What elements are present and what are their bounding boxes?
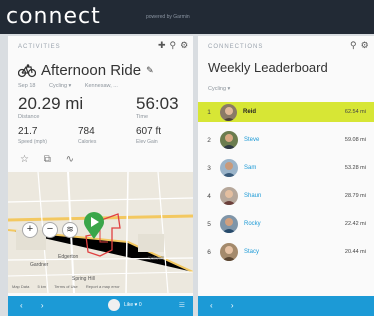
elevation-label: Elev Gain <box>136 139 158 145</box>
leaderboard-distance: 20.44 mi <box>344 249 366 255</box>
pencil-icon[interactable]: ✎ <box>146 65 154 76</box>
map-scale: 5 km <box>37 284 47 289</box>
gear-icon[interactable]: ⚙ <box>180 40 188 50</box>
bicycle-icon <box>18 63 36 77</box>
leaderboard-row[interactable]: 4 Shaun 28.79 mi <box>198 182 374 210</box>
leaderboard-row[interactable]: 6 Stacy 20.44 mi <box>198 238 374 266</box>
activity-location: Kennesaw, ... <box>84 83 118 89</box>
leaderboard-distance: 22.42 mi <box>344 221 366 227</box>
leaderboard-title: Weekly Leaderboard <box>208 60 328 75</box>
rank: 2 <box>207 136 211 144</box>
star-icon[interactable]: ☆ <box>20 154 29 165</box>
map-attribution: Map Data 5 km Terms of Use Report a map … <box>12 284 127 289</box>
leaderboard-distance: 62.54 mi <box>344 109 366 115</box>
rank: 6 <box>207 248 211 256</box>
sport-filter-dropdown[interactable]: Cycling ▾ <box>208 86 230 92</box>
activity-title-row: Afternoon Ride ✎ <box>18 62 154 79</box>
activity-subtitle: Sep 18 Cycling ▾ Kennesaw, ... <box>18 83 130 89</box>
like-count: Like ♥ 0 <box>124 302 142 308</box>
top-bar: connect powered by Garmin <box>0 0 374 34</box>
terms-link[interactable]: Terms of Use <box>54 284 78 289</box>
leaderboard-name[interactable]: Shaun <box>244 193 324 199</box>
connections-header-tools: ⚲ ⚙ <box>346 40 369 51</box>
avatar <box>108 299 120 311</box>
map-label-spring-hill: Spring Hill <box>72 276 95 282</box>
connections-panel: CONNECTIONS ⚲ ⚙ Weekly Leaderboard Cyclin… <box>198 36 374 316</box>
zoom-in-button[interactable]: + <box>22 222 38 238</box>
leaderboard-name[interactable]: Rocky <box>244 221 324 227</box>
avatar <box>220 243 238 261</box>
elevation-value: 607 ft <box>136 126 162 137</box>
leaderboard-name[interactable]: Reid <box>243 109 324 115</box>
activities-header: ACTIVITIES <box>18 44 61 50</box>
leaderboard-distance: 53.28 mi <box>344 165 366 171</box>
distance-label: Distance <box>18 114 40 120</box>
activity-map[interactable]: + − ≋ Gardner Edgerton Spring Hill Stilw… <box>8 172 193 293</box>
connections-nav-arrows[interactable]: ‹ › <box>210 301 242 310</box>
connect-logo[interactable]: connect <box>6 4 101 29</box>
add-icon[interactable]: ✚ <box>158 40 166 50</box>
leaderboard-distance: 28.79 mi <box>344 193 366 199</box>
external-link-icon[interactable]: ⧉ <box>44 154 51 165</box>
leaderboard-list: 1 Reid 62.54 mi 2 Steve 59.08 mi 3 Sam 5… <box>198 102 374 266</box>
leaderboard-row[interactable]: 2 Steve 59.08 mi <box>198 126 374 154</box>
like-button[interactable]: Like ♥ 0 <box>108 299 142 311</box>
leaderboard-name[interactable]: Sam <box>244 165 324 171</box>
gear-icon[interactable]: ⚙ <box>361 40 369 50</box>
leaderboard-row[interactable]: 1 Reid 62.54 mi <box>198 102 374 122</box>
rank: 4 <box>207 192 211 200</box>
rank: 3 <box>207 164 211 172</box>
map-label-stilwell: Stilwell <box>148 256 164 262</box>
avatar <box>220 159 238 177</box>
search-icon[interactable]: ⚲ <box>350 40 357 50</box>
activity-date: Sep 18 <box>18 83 36 89</box>
avatar <box>220 131 238 149</box>
map-label-gardner: Gardner <box>30 262 49 268</box>
distance-value: 20.29 mi <box>18 94 84 113</box>
map-label-edgerton: Edgerton <box>58 254 79 260</box>
zoom-out-button[interactable]: − <box>42 222 58 238</box>
activity-bottom-bar: ‹ › Like ♥ 0 ☰ <box>8 296 193 316</box>
activity-type-dropdown[interactable]: Cycling ▾ <box>49 83 71 89</box>
chart-icon[interactable]: ∿ <box>66 154 74 165</box>
activity-header-tools: ✚ ⚲ ⚙ <box>154 40 188 51</box>
avatar <box>220 187 238 205</box>
start-pin-icon[interactable] <box>83 212 105 240</box>
avatar <box>220 103 237 121</box>
map-data-link[interactable]: Map Data <box>12 284 29 289</box>
time-label: Time <box>136 114 149 120</box>
layers-icon[interactable]: ≋ <box>62 222 78 238</box>
rank: 5 <box>207 220 211 228</box>
calories-label: Calories <box>78 139 97 145</box>
leaderboard-name[interactable]: Steve <box>244 137 324 143</box>
time-value: 56:03 <box>136 94 179 113</box>
search-icon[interactable]: ⚲ <box>170 40 177 50</box>
connections-header: CONNECTIONS <box>208 44 264 50</box>
calories-value: 784 <box>78 126 95 137</box>
activity-title: Afternoon Ride <box>41 62 142 79</box>
leaderboard-distance: 59.08 mi <box>344 137 366 143</box>
report-error-link[interactable]: Report a map error <box>86 284 120 289</box>
connections-bottom-bar: ‹ › <box>198 296 374 316</box>
avatar <box>220 215 238 233</box>
activity-nav-arrows[interactable]: ‹ › <box>20 301 52 310</box>
leaderboard-row[interactable]: 3 Sam 53.28 mi <box>198 154 374 182</box>
rank: 1 <box>207 108 211 116</box>
powered-by-label: powered by Garmin <box>146 14 190 20</box>
share-icon[interactable]: ☰ <box>179 301 185 309</box>
leaderboard-name[interactable]: Stacy <box>244 249 324 255</box>
activity-panel: ACTIVITIES ✚ ⚲ ⚙ Afternoon Ride ✎ Sep 18 C… <box>8 36 193 316</box>
speed-label: Speed (mph) <box>18 139 47 145</box>
speed-value: 21.7 <box>18 126 38 137</box>
leaderboard-row[interactable]: 5 Rocky 22.42 mi <box>198 210 374 238</box>
activity-actions: ☆ ⧉ ∿ <box>20 154 86 165</box>
